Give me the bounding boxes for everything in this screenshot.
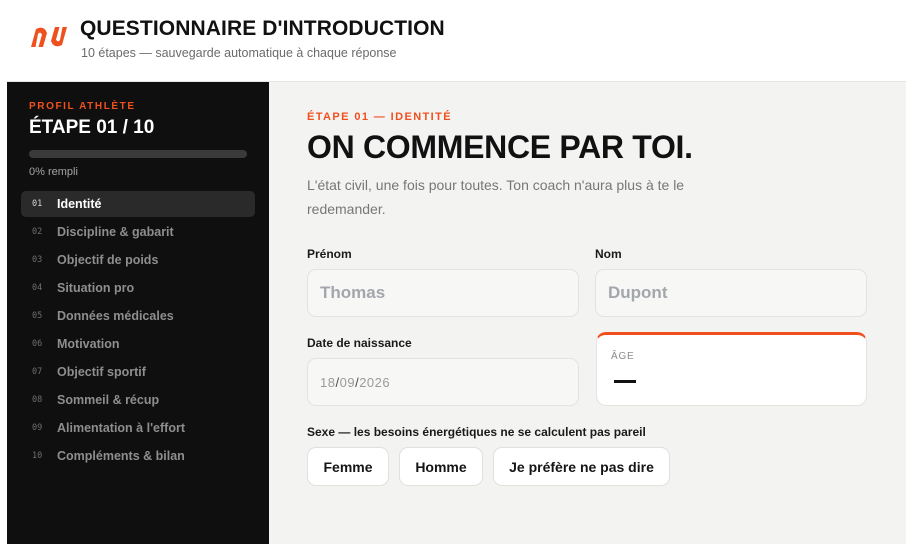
step-label: Alimentation à l'effort bbox=[57, 421, 185, 435]
birthdate-label: Date de naissance bbox=[307, 336, 412, 350]
step-list: 01 Identité 02 Discipline & gabarit 03 Obje… bbox=[21, 191, 255, 471]
step-number: 08 bbox=[32, 395, 43, 405]
step-label: Motivation bbox=[57, 337, 120, 351]
brand-logo-icon bbox=[31, 27, 67, 47]
progress-text: 0% rempli bbox=[29, 166, 78, 178]
step-number: 02 bbox=[32, 227, 43, 237]
step-label: Sommeil & récup bbox=[57, 393, 160, 407]
step-item-motivation[interactable]: 06 Motivation bbox=[21, 331, 255, 357]
page-title: ON COMMENCE PAR TOI. bbox=[307, 129, 693, 165]
step-label: Discipline & gabarit bbox=[57, 225, 174, 239]
birthdate-day: 18 bbox=[320, 374, 336, 390]
step-item-situation-pro[interactable]: 04 Situation pro bbox=[21, 275, 255, 301]
step-number: 04 bbox=[32, 283, 43, 293]
step-counter: ÉTAPE 01 / 10 bbox=[29, 117, 155, 138]
step-number: 09 bbox=[32, 423, 43, 433]
step-number: 10 bbox=[32, 451, 43, 461]
step-number: 03 bbox=[32, 255, 43, 265]
birthdate-value: 18/09/2026 bbox=[320, 375, 390, 390]
app-subtitle: 10 étapes — sauvegarde automatique à cha… bbox=[81, 46, 397, 60]
sexe-option-non-precise[interactable]: Je préfère ne pas dire bbox=[493, 447, 670, 486]
step-eyebrow: ÉTAPE 01 — IDENTITÉ bbox=[307, 111, 452, 123]
nom-input[interactable]: Dupont bbox=[595, 269, 867, 317]
sidebar: PROFIL ATHLÈTE ÉTAPE 01 / 10 0% rempli 0… bbox=[7, 82, 269, 544]
step-number: 07 bbox=[32, 367, 43, 377]
prenom-placeholder: Thomas bbox=[320, 283, 386, 302]
step-item-identite[interactable]: 01 Identité bbox=[21, 191, 255, 217]
step-label: Compléments & bilan bbox=[57, 449, 185, 463]
step-item-objectif-sportif[interactable]: 07 Objectif sportif bbox=[21, 359, 255, 385]
sidebar-kicker: PROFIL ATHLÈTE bbox=[29, 101, 136, 112]
app-header: QUESTIONNAIRE D'INTRODUCTION 10 étapes —… bbox=[7, 0, 906, 82]
intro-text: L'état civil, une fois pour toutes. Ton … bbox=[307, 177, 685, 217]
step-label: Identité bbox=[57, 197, 102, 211]
age-card: ÂGE bbox=[596, 332, 867, 406]
prenom-label: Prénom bbox=[307, 247, 352, 261]
nom-placeholder: Dupont bbox=[608, 283, 668, 302]
birthdate-year: 2026 bbox=[359, 374, 391, 390]
step-item-objectif-poids[interactable]: 03 Objectif de poids bbox=[21, 247, 255, 273]
app-page: QUESTIONNAIRE D'INTRODUCTION 10 étapes —… bbox=[7, 0, 906, 544]
step-label: Situation pro bbox=[57, 281, 135, 295]
sexe-option-femme[interactable]: Femme bbox=[307, 447, 389, 486]
step-number: 06 bbox=[32, 339, 43, 349]
step-item-sommeil[interactable]: 08 Sommeil & récup bbox=[21, 387, 255, 413]
step-label: Objectif de poids bbox=[57, 253, 159, 267]
step-item-discipline[interactable]: 02 Discipline & gabarit bbox=[21, 219, 255, 245]
age-label: ÂGE bbox=[611, 351, 635, 362]
prenom-input[interactable]: Thomas bbox=[307, 269, 579, 317]
step-item-alimentation[interactable]: 09 Alimentation à l'effort bbox=[21, 415, 255, 441]
form-panel: ÉTAPE 01 — IDENTITÉ ON COMMENCE PAR TOI.… bbox=[269, 82, 906, 544]
birthdate-input[interactable]: 18/09/2026 bbox=[307, 358, 579, 406]
app-title: QUESTIONNAIRE D'INTRODUCTION bbox=[80, 17, 445, 40]
step-item-complements[interactable]: 10 Compléments & bilan bbox=[21, 443, 255, 469]
birthdate-month: 09 bbox=[339, 374, 356, 390]
step-item-donnees-medicales[interactable]: 05 Données médicales bbox=[21, 303, 255, 329]
step-number: 01 bbox=[32, 199, 43, 209]
age-value-dash bbox=[614, 380, 636, 383]
sexe-option-homme[interactable]: Homme bbox=[399, 447, 483, 486]
step-label: Données médicales bbox=[57, 309, 174, 323]
nom-label: Nom bbox=[595, 247, 622, 261]
step-label: Objectif sportif bbox=[57, 365, 146, 379]
sexe-label: Sexe — les besoins énergétiques ne se ca… bbox=[307, 425, 646, 439]
progress-bar bbox=[29, 150, 247, 158]
step-number: 05 bbox=[32, 311, 43, 321]
